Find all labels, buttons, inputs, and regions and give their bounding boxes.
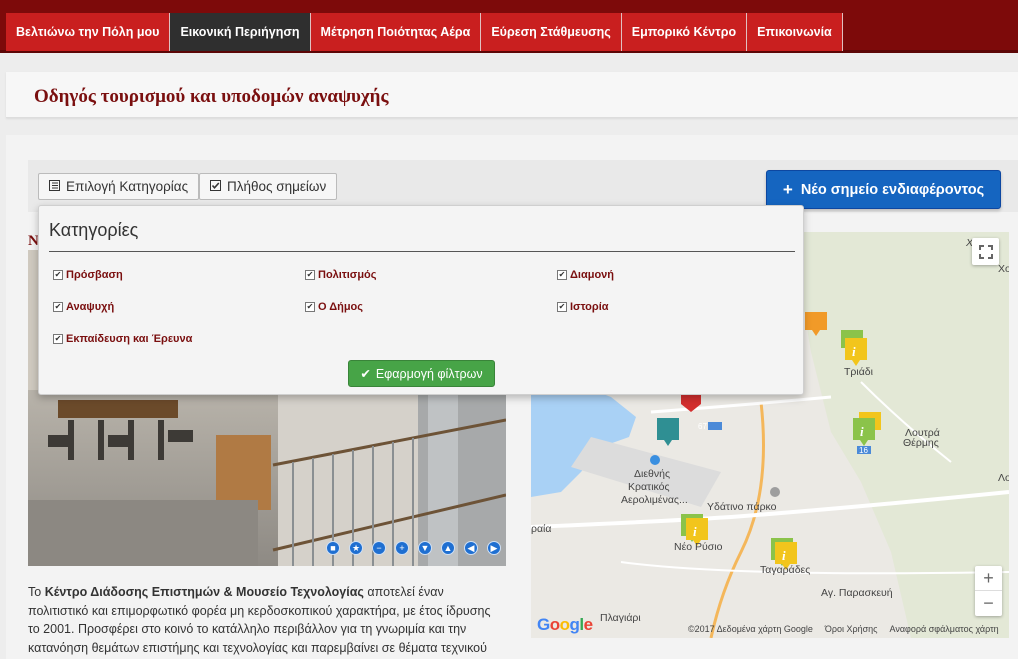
nav-item-commercial-center[interactable]: Εμπορικό Κέντρο: [621, 13, 748, 51]
category-checkbox-recreation[interactable]: ✔ Αναψυχή: [53, 301, 114, 313]
svg-text:i: i: [860, 424, 864, 439]
nav-item-air-quality[interactable]: Μέτρηση Ποιότητας Αέρα: [310, 13, 482, 51]
map-label-loutra-2: Θέρμης: [903, 437, 939, 449]
page-title: Οδηγός τουρισμού και υποδομών αναψυχής: [34, 86, 389, 107]
arrow-right-icon[interactable]: ▶: [487, 541, 501, 555]
top-navbar: Βελτιώνω την Πόλη μου Εικονική Περιήγηση…: [0, 0, 1018, 53]
desc-intro: Το: [28, 585, 45, 599]
road-sign-67: 67: [698, 422, 707, 431]
stop-icon[interactable]: ■: [326, 541, 340, 555]
category-checkbox-municipality[interactable]: ✔ Ο Δήμος: [305, 301, 363, 313]
arrow-down-icon[interactable]: ▼: [418, 541, 432, 555]
point-count-button[interactable]: Πλήθος σημείων: [199, 173, 338, 200]
category-checkbox-culture[interactable]: ✔ Πολιτισμός: [305, 269, 377, 281]
map-data-credit: ©2017 Δεδομένα χάρτη Google: [688, 624, 813, 634]
category-checkbox-history[interactable]: ✔ Ιστορία: [557, 301, 609, 313]
star-icon[interactable]: ★: [349, 541, 363, 555]
apply-filters-label: Εφαρμογή φίλτρων: [375, 366, 483, 381]
point-count-label: Πλήθος σημείων: [227, 179, 327, 194]
fullscreen-icon[interactable]: [972, 238, 999, 265]
svg-text:i: i: [852, 344, 856, 359]
category-label: Πολιτισμός: [318, 269, 377, 281]
check-icon: ✔: [360, 367, 371, 381]
zoom-out-icon[interactable]: −: [372, 541, 386, 555]
desc-line1-rest: αποτελεί έναν: [363, 585, 444, 599]
nav-item-contact[interactable]: Επικοινωνία: [747, 13, 843, 51]
map-label-airport-2: Κρατικός: [628, 481, 670, 493]
category-label: Ο Δήμος: [318, 301, 363, 313]
list-icon: [49, 179, 60, 194]
map-label-park: Υδάτινο πάρκο: [707, 501, 777, 513]
new-poi-label: Νέο σημείο ενδιαφέροντος: [800, 181, 985, 198]
checkbox-checked-icon[interactable]: ✔: [53, 334, 63, 344]
checkbox-checked-icon[interactable]: ✔: [53, 270, 63, 280]
category-checkbox-education[interactable]: ✔ Εκπαίδευση και Έρευνα: [53, 333, 192, 345]
map-label-raia: ραία: [531, 523, 552, 535]
place-description: Το Κέντρο Διάδοσης Επιστημών & Μουσείο Τ…: [28, 583, 503, 657]
arrow-left-icon[interactable]: ◀: [464, 541, 478, 555]
new-poi-button[interactable]: + Νέο σημείο ενδιαφέροντος: [766, 170, 1001, 209]
map-zoom-in-button[interactable]: +: [975, 566, 1002, 591]
map-label-triadi: Τριάδι: [844, 366, 873, 378]
map-label-lo: Λο: [998, 472, 1009, 484]
map-attribution: ©2017 Δεδομένα χάρτη Google Όροι Χρήσης …: [688, 624, 999, 634]
checkbox-checked-icon[interactable]: ✔: [557, 270, 567, 280]
desc-line3: το 2001. Προσφέρει στο κοινό το κατάλληλ…: [28, 622, 467, 636]
main-nav: Βελτιώνω την Πόλη μου Εικονική Περιήγηση…: [6, 13, 843, 51]
zoom-in-icon[interactable]: +: [395, 541, 409, 555]
category-select-label: Επιλογή Κατηγορίας: [66, 179, 189, 194]
svg-text:i: i: [693, 524, 697, 539]
map-label-xo: Χο: [998, 263, 1009, 275]
checkbox-icon: [210, 179, 221, 194]
svg-text:i: i: [782, 548, 786, 563]
desc-line2: πολιτιστικό και επιμορφωτικό φορέα μη κε…: [28, 603, 491, 618]
nav-item-virtual-tour[interactable]: Εικονική Περιήγηση: [170, 13, 311, 51]
map-label-tagarades: Ταγαράδες: [760, 564, 811, 576]
checkbox-checked-icon[interactable]: ✔: [305, 302, 315, 312]
map-zoom-out-button[interactable]: −: [975, 591, 1002, 616]
category-checkbox-access[interactable]: ✔ Πρόσβαση: [53, 269, 123, 281]
category-label: Διαμονή: [570, 269, 615, 281]
divider: [49, 251, 795, 252]
map-label-airport-3: Αερολιμένας...: [621, 494, 688, 506]
category-label: Αναψυχή: [66, 301, 115, 313]
arrow-up-icon[interactable]: ▲: [441, 541, 455, 555]
road-sign-16: 16: [859, 446, 868, 455]
checkbox-checked-icon[interactable]: ✔: [305, 270, 315, 280]
checkbox-checked-icon[interactable]: ✔: [53, 302, 63, 312]
apply-filters-button[interactable]: ✔ Εφαρμογή φίλτρων: [348, 360, 495, 387]
category-label: Ιστορία: [570, 301, 609, 313]
title-band: Οδηγός τουρισμού και υποδομών αναψυχής: [6, 72, 1018, 118]
category-label: Πρόσβαση: [66, 269, 123, 281]
categories-dropdown: Κατηγορίες ✔ Πρόσβαση ✔ Πολιτισμός ✔ Διαμον…: [38, 205, 804, 395]
category-label: Εκπαίδευση και Έρευνα: [66, 333, 193, 345]
map-label-neo-rysio: Νέο Ρύσιο: [674, 541, 723, 553]
category-select-button[interactable]: Επιλογή Κατηγορίας: [38, 173, 200, 200]
desc-line4: κατανόηση θεμάτων επιστήμης και τεχνολογ…: [28, 640, 487, 655]
map-report-link[interactable]: Αναφορά σφάλματος χάρτη: [889, 624, 998, 634]
plus-icon: +: [782, 180, 793, 199]
map-label-ag-paraskevi: Αγ. Παρασκευή: [821, 587, 893, 599]
categories-title: Κατηγορίες: [49, 220, 139, 240]
category-checkbox-accommodation[interactable]: ✔ Διαμονή: [557, 269, 614, 281]
google-logo: Google: [537, 615, 593, 634]
nav-item-improve-city[interactable]: Βελτιώνω την Πόλη μου: [6, 13, 171, 51]
map-label-airport-1: Διεθνής: [634, 468, 671, 480]
panorama-controls: ■ ★ − + ▼ ▲ ◀ ▶: [326, 541, 501, 555]
map-zoom-control: + −: [975, 566, 1002, 616]
nav-item-parking[interactable]: Εύρεση Στάθμευσης: [481, 13, 622, 51]
map-label-plagiari: Πλαγιάρι: [600, 612, 641, 624]
map-terms-link[interactable]: Όροι Χρήσης: [825, 624, 878, 634]
place-name: Κέντρο Διάδοσης Επιστημών & Μουσείο Τεχν…: [44, 585, 364, 599]
checkbox-checked-icon[interactable]: ✔: [557, 302, 567, 312]
